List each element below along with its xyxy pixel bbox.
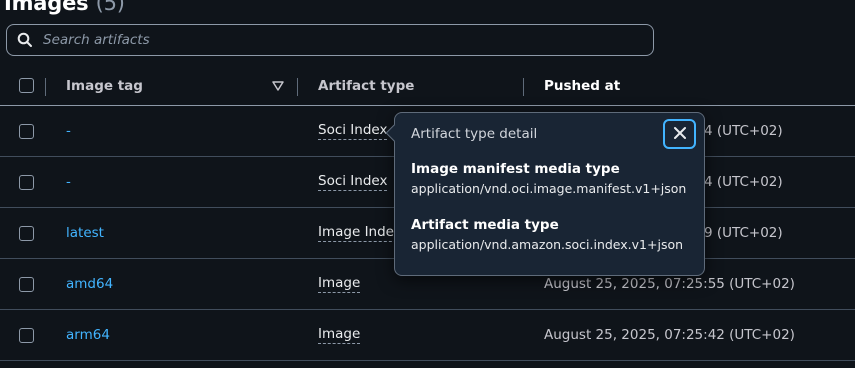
pushed-at-cell: 4 (UTC+02) — [704, 174, 783, 190]
artifact-type-trigger[interactable]: Soci Index — [318, 122, 388, 140]
close-icon — [673, 125, 687, 144]
table-row: arm64 Image August 25, 2025, 07:25:42 (U… — [0, 310, 855, 361]
image-tag-link[interactable]: - — [66, 106, 71, 156]
pushed-at-cell: 4 (UTC+02) — [704, 123, 783, 139]
pushed-at-cell: August 25, 2025, 07:25:42 (UTC+02) — [544, 327, 795, 343]
artifact-type-trigger[interactable]: Soci Index — [318, 173, 388, 191]
column-divider — [297, 78, 298, 96]
column-divider — [45, 78, 46, 96]
image-tag-link[interactable]: amd64 — [66, 259, 113, 309]
row-checkbox[interactable] — [19, 225, 34, 241]
close-button[interactable] — [663, 119, 696, 149]
sort-descending-icon[interactable] — [272, 66, 284, 105]
manifest-media-type-value: application/vnd.oci.image.manifest.v1+js… — [411, 181, 687, 196]
column-header-pushed-at[interactable]: Pushed at — [544, 66, 620, 105]
row-select-cell — [19, 208, 34, 258]
select-all-checkbox[interactable] — [19, 78, 34, 93]
search-input[interactable] — [43, 32, 633, 48]
row-select-cell — [19, 310, 34, 360]
select-all-cell — [19, 66, 34, 105]
row-checkbox[interactable] — [19, 276, 34, 292]
artifact-type-cell: Image — [318, 310, 361, 360]
row-select-cell — [19, 157, 34, 207]
image-tag-link[interactable]: arm64 — [66, 310, 110, 360]
search-bar[interactable] — [6, 24, 654, 56]
column-header-image-tag[interactable]: Image tag — [66, 66, 143, 105]
artifact-media-type-label: Artifact media type — [411, 217, 559, 233]
artifact-type-cell: Image Index — [318, 208, 402, 258]
column-divider — [523, 78, 524, 96]
search-icon — [7, 25, 43, 55]
table-header: Image tag Artifact type Pushed at — [0, 66, 855, 106]
artifact-type-popover: Artifact type detail Image manifest medi… — [385, 112, 705, 276]
artifact-type-trigger[interactable]: Image — [318, 326, 361, 344]
row-checkbox[interactable] — [19, 123, 34, 139]
image-count: (5) — [95, 0, 125, 15]
row-checkbox[interactable] — [19, 327, 34, 343]
image-tag-link[interactable]: - — [66, 157, 71, 207]
manifest-media-type-label: Image manifest media type — [411, 161, 620, 177]
artifact-type-cell: Soci Index — [318, 157, 388, 207]
artifact-type-cell: Image — [318, 259, 361, 309]
image-tag-link[interactable]: latest — [66, 208, 104, 258]
artifact-type-trigger[interactable]: Image Index — [318, 224, 402, 242]
popover-title: Artifact type detail — [411, 126, 538, 142]
row-checkbox[interactable] — [19, 174, 34, 190]
page-title: Images (5) — [4, 0, 125, 15]
artifact-type-cell: Soci Index — [318, 106, 388, 156]
artifact-media-type-value: application/vnd.amazon.soci.index.v1+jso… — [411, 237, 684, 252]
artifact-type-trigger[interactable]: Image — [318, 275, 361, 293]
column-header-artifact-type[interactable]: Artifact type — [318, 66, 414, 105]
row-select-cell — [19, 106, 34, 156]
row-select-cell — [19, 259, 34, 309]
pushed-at-cell: 9 (UTC+02) — [704, 225, 783, 241]
page-title-text: Images — [4, 0, 89, 15]
